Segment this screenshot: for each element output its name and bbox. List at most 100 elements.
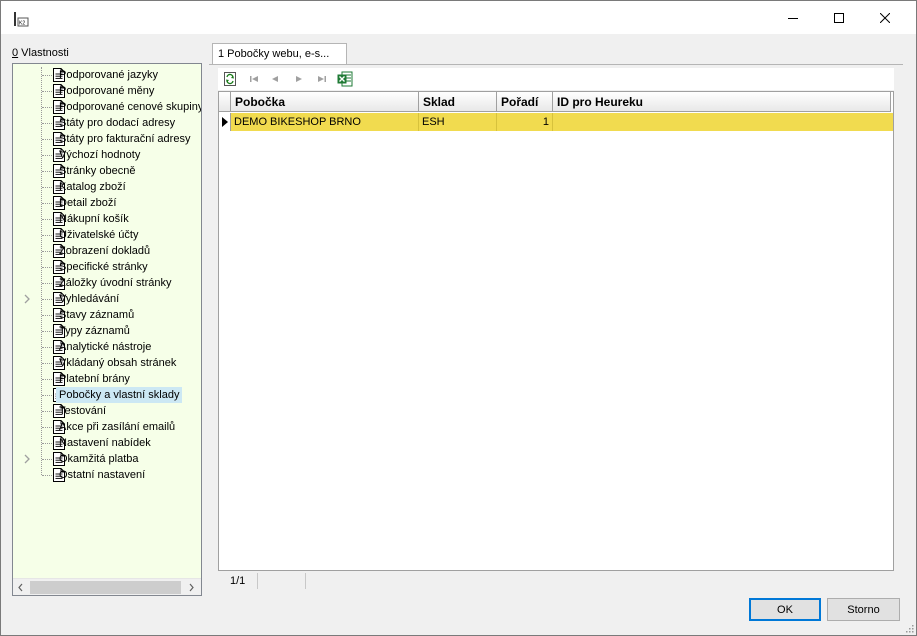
tree-branch-line <box>42 347 52 348</box>
grid-toolbar <box>218 68 894 90</box>
title-bar[interactable]: K2 <box>1 1 916 34</box>
tree-item[interactable]: Podporované měny <box>13 83 201 99</box>
tree-item[interactable]: Uživatelské účty <box>13 227 201 243</box>
previous-record-button[interactable] <box>267 71 283 87</box>
maximize-button[interactable] <box>816 1 862 34</box>
tree-item-label: Katalog zboží <box>59 181 126 193</box>
chevron-right-icon[interactable] <box>22 294 32 304</box>
tree-item[interactable]: Specifické stránky <box>13 259 201 275</box>
tree-item-label: Typy záznamů <box>59 325 130 337</box>
cell-poradi[interactable]: 1 <box>497 113 553 131</box>
tree-item[interactable]: Testování <box>13 403 201 419</box>
last-record-button[interactable] <box>314 71 330 87</box>
cancel-button[interactable]: Storno <box>827 598 900 621</box>
column-header-sklad[interactable]: Sklad <box>419 92 497 112</box>
ok-button[interactable]: OK <box>749 598 821 621</box>
tree-branch-line <box>42 235 52 236</box>
tree-item[interactable]: Stavy záznamů <box>13 307 201 323</box>
svg-text:K2: K2 <box>19 21 25 27</box>
column-header-pobocka[interactable]: Pobočka <box>231 92 419 112</box>
minimize-button[interactable] <box>770 1 816 34</box>
tree-viewport: Podporované jazyky Podporované měny Podpor… <box>13 64 201 578</box>
data-grid[interactable]: Pobočka Sklad Pořadí ID pro Heureku DEMO… <box>218 91 894 571</box>
tree-item[interactable]: Výchozí hodnoty <box>13 147 201 163</box>
tree-item[interactable]: Podporované cenové skupiny <box>13 99 201 115</box>
tree-item[interactable]: Záložky úvodní stránky <box>13 275 201 291</box>
next-record-icon <box>296 76 302 82</box>
close-icon <box>880 12 890 23</box>
tree-branch-line <box>42 299 52 300</box>
next-record-button[interactable] <box>291 71 307 87</box>
tree-item-label: Státy pro fakturační adresy <box>59 133 191 145</box>
tab-pobocky-webu[interactable]: 1 Pobočky webu, e-s... <box>212 43 347 65</box>
tree-item[interactable]: Vkládaný obsah stránek <box>13 355 201 371</box>
refresh-icon <box>224 72 236 86</box>
close-button[interactable] <box>862 1 908 34</box>
maximize-icon <box>834 12 844 23</box>
properties-label: 0 Vlastnosti <box>12 47 69 59</box>
tree-branch-line <box>42 171 52 172</box>
tree-item[interactable]: Analytické nástroje <box>13 339 201 355</box>
tree-item-label: Ostatní nastavení <box>59 469 146 481</box>
tree-item[interactable]: Okamžitá platba <box>13 451 201 467</box>
header-indicator-cell <box>219 92 231 112</box>
properties-tree[interactable]: Podporované jazyky Podporované měny Podpor… <box>12 63 202 596</box>
refresh-button[interactable] <box>222 71 238 87</box>
tree-item-label: Vyhledávání <box>59 293 120 305</box>
tree-item-label: Podporované jazyky <box>59 69 159 81</box>
tree-branch-line <box>42 267 52 268</box>
tree-item-label: Zobrazení dokladů <box>59 245 151 257</box>
tree-item[interactable]: Nastavení nabídek <box>13 435 201 451</box>
tree-item[interactable]: Akce při zasílání emailů <box>13 419 201 435</box>
last-record-icon <box>318 76 326 82</box>
tree-item-label: Nastavení nabídek <box>59 437 151 449</box>
tree-branch-line <box>42 363 52 364</box>
table-row[interactable]: DEMO BIKESHOP BRNO ESH 1 <box>219 113 893 131</box>
column-header-poradi[interactable]: Pořadí <box>497 92 553 112</box>
tree-item-label: Záložky úvodní stránky <box>59 277 172 289</box>
excel-export-button[interactable] <box>337 71 353 87</box>
scrollbar-thumb[interactable] <box>30 581 181 594</box>
tree-item[interactable]: Typy záznamů <box>13 323 201 339</box>
minimize-icon <box>788 17 798 19</box>
tree-branch-line <box>42 139 52 140</box>
tree-branch-line <box>42 379 52 380</box>
tree-item-label: Akce při zasílání emailů <box>59 421 176 433</box>
tree-item[interactable]: Detail zboží <box>13 195 201 211</box>
tree-item[interactable]: Platební brány <box>13 371 201 387</box>
cell-pobocka[interactable]: DEMO BIKESHOP BRNO <box>231 113 419 131</box>
tree-branch-line <box>42 91 52 92</box>
resize-grip-icon[interactable] <box>904 623 914 633</box>
tree-item[interactable]: Státy pro dodací adresy <box>13 115 201 131</box>
tree-item[interactable]: Vyhledávání <box>13 291 201 307</box>
tree-item[interactable]: Státy pro fakturační adresy <box>13 131 201 147</box>
tree-item[interactable]: Katalog zboží <box>13 179 201 195</box>
tree-item[interactable]: Zobrazení dokladů <box>13 243 201 259</box>
tree-item-label: Testování <box>59 405 107 417</box>
cell-sklad[interactable]: ESH <box>419 113 497 131</box>
previous-record-icon <box>272 76 278 82</box>
tree-branch-line <box>42 331 52 332</box>
tree-branch-line <box>42 107 52 108</box>
tree-item[interactable]: Ostatní nastavení <box>13 467 201 483</box>
tree-horizontal-scrollbar[interactable] <box>13 578 201 595</box>
column-header-id-heureka[interactable]: ID pro Heureku <box>553 92 891 112</box>
tree-item[interactable]: Pobočky a vlastní sklady <box>13 387 201 403</box>
tree-item[interactable]: Stránky obecně <box>13 163 201 179</box>
tree-branch-line <box>42 219 52 220</box>
app-logo-icon: K2 <box>14 12 29 27</box>
tree-branch-line <box>42 283 52 284</box>
tree-item-label: Vkládaný obsah stránek <box>59 357 177 369</box>
tree-item[interactable]: Podporované jazyky <box>13 67 201 83</box>
chevron-right-icon[interactable] <box>22 454 32 464</box>
tree-item-label: Analytické nástroje <box>59 341 152 353</box>
scroll-left-icon[interactable] <box>15 582 27 593</box>
properties-label-text: Vlastnosti <box>18 47 69 59</box>
tree-branch-line <box>42 475 52 476</box>
first-record-button[interactable] <box>246 71 262 87</box>
tree-item[interactable]: Nákupní košík <box>13 211 201 227</box>
scroll-right-icon[interactable] <box>185 582 197 593</box>
tree-item-label: Státy pro dodací adresy <box>59 117 176 129</box>
tree-branch-line <box>42 187 52 188</box>
cell-id-heureka[interactable] <box>553 113 893 131</box>
